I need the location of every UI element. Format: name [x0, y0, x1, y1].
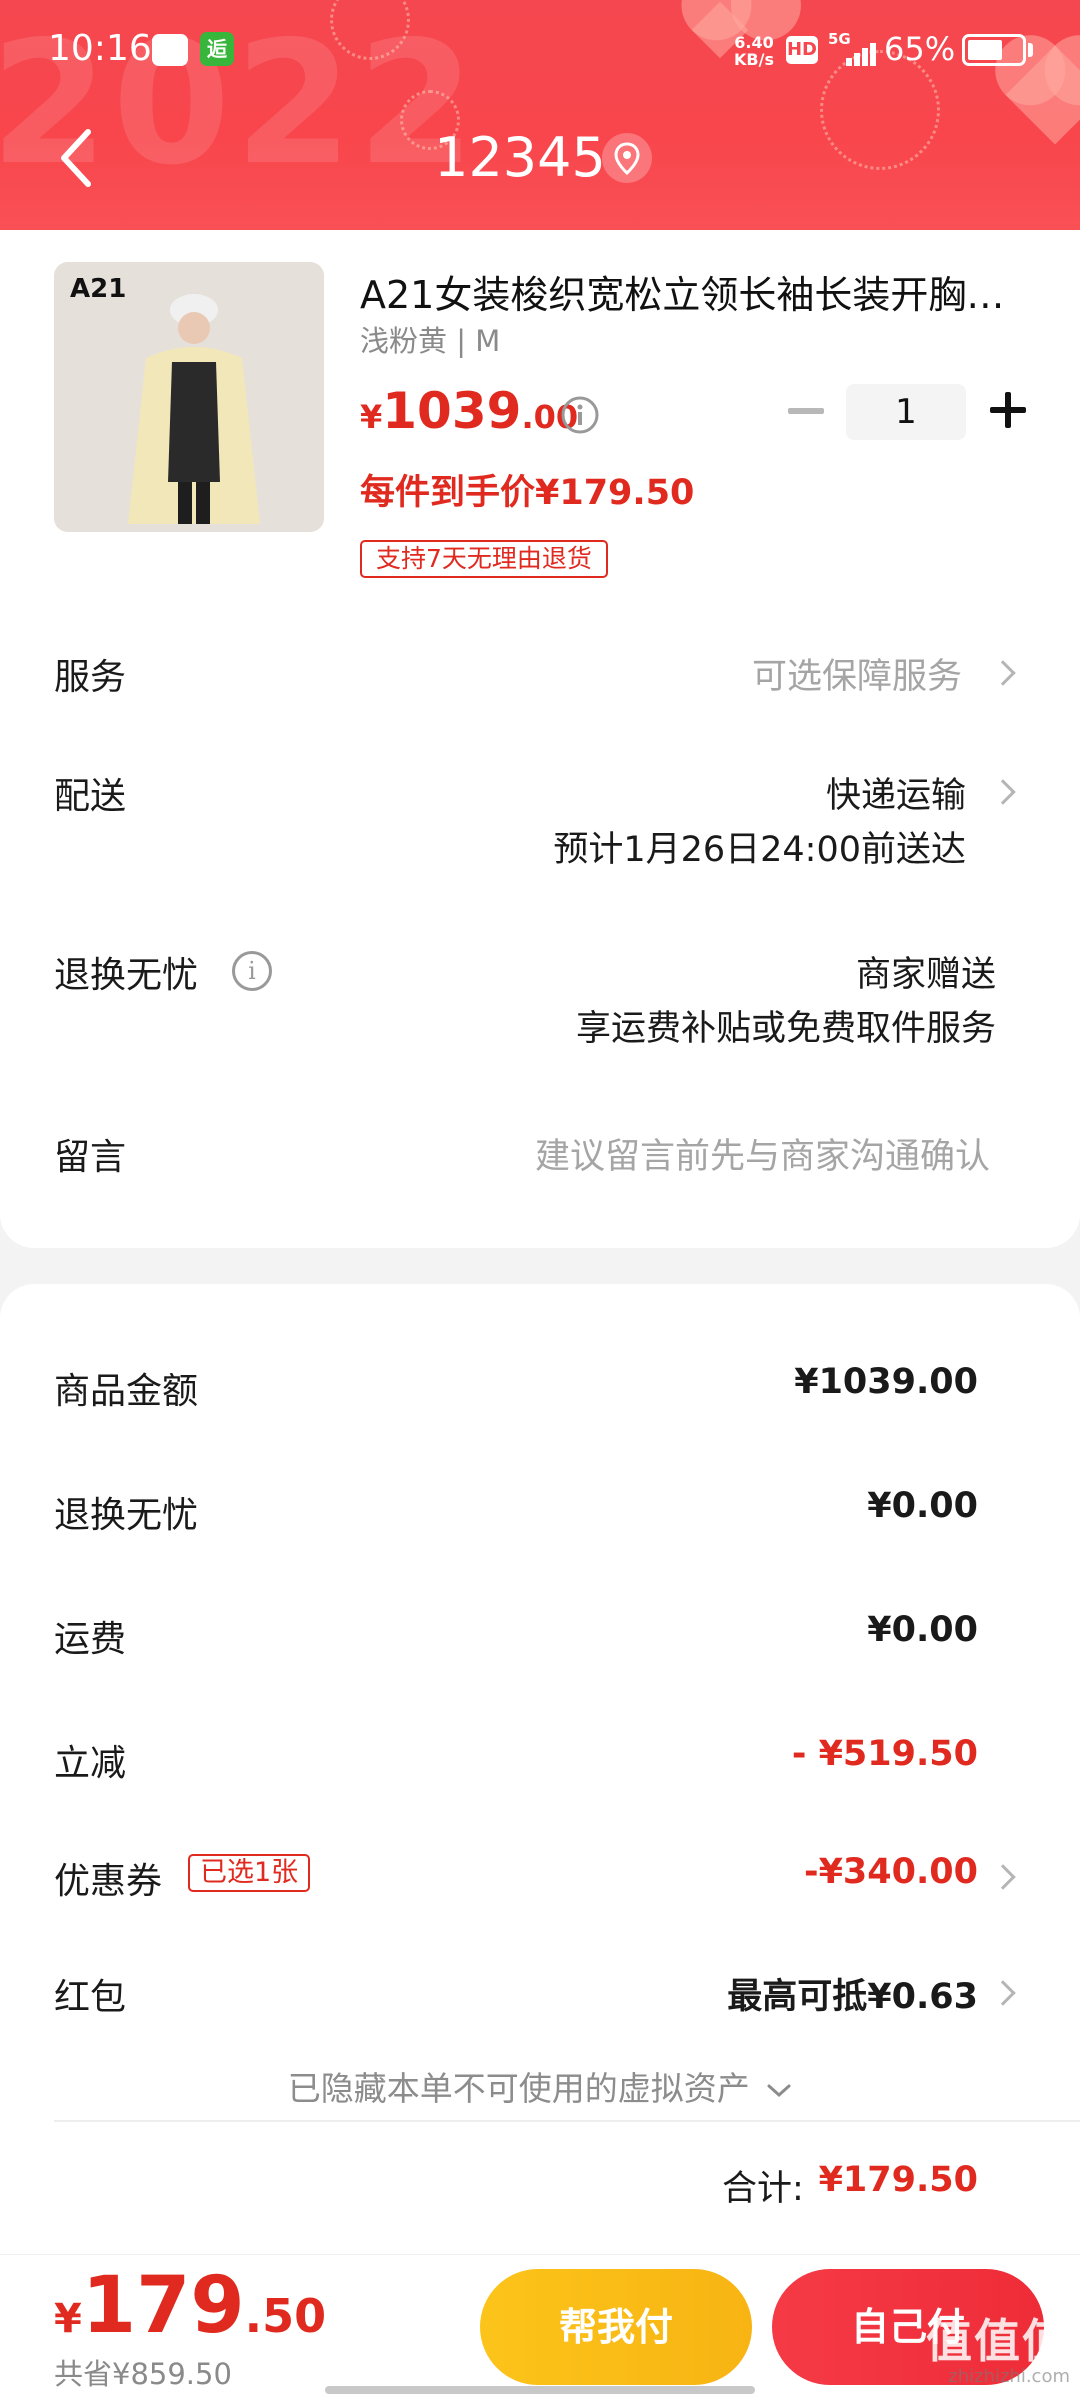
hidden-assets-toggle[interactable]: 已隐藏本单不可使用的虚拟资产	[0, 2062, 1080, 2110]
message-input[interactable]: 建议留言前先与商家沟通确认	[535, 1128, 990, 1179]
product-title[interactable]: A21女装梭织宽松立领长袖长装开胸…	[360, 264, 1020, 319]
price-info-icon[interactable]	[560, 395, 600, 435]
message-label: 留言	[54, 1137, 127, 1178]
divider	[54, 2120, 1080, 2122]
status-bar: 10:16 逅 6.40 KB/s HD 5G 65%	[0, 0, 1080, 100]
battery-tip	[1028, 43, 1033, 57]
price-summary-card: 商品金额 ¥1039.00 退换无忧 ¥0.00 运费 ¥0.00 立减 - ¥…	[0, 1284, 1080, 2254]
worry-free-subtitle: 享运费补贴或免费取件服务	[575, 1009, 996, 1049]
chevron-right-icon	[990, 779, 1016, 805]
delivery-label: 配送	[54, 776, 127, 817]
pay-price-symbol: ¥	[54, 2296, 82, 2342]
price-integer: 1039	[382, 382, 522, 440]
shipping-value: ¥0.00	[867, 1610, 978, 1650]
per-item-price: 每件到手价¥179.50	[360, 473, 695, 513]
battery-icon	[962, 34, 1026, 66]
chevron-right-icon	[990, 1980, 1016, 2006]
coupon-value[interactable]: -¥340.00	[804, 1852, 978, 1892]
total-value: ¥179.50	[818, 2160, 978, 2200]
home-indicator[interactable]	[325, 2386, 755, 2394]
status-time: 10:16	[48, 28, 152, 69]
delivery-method[interactable]: 快递运输	[826, 767, 966, 818]
hd-icon: HD	[786, 36, 818, 64]
worry-free-fee-label: 退换无忧	[54, 1495, 199, 1536]
battery-percent: 65%	[884, 30, 956, 68]
location-pin-icon	[614, 142, 640, 176]
worry-free-fee-value: ¥0.00	[867, 1486, 978, 1526]
payable-amount: ¥179.50	[54, 2261, 326, 2351]
battery-level	[968, 40, 1002, 60]
discount-label: 立减	[54, 1743, 127, 1784]
signal-icon: 5G	[828, 30, 878, 70]
service-label: 服务	[54, 657, 127, 698]
product-spec[interactable]: 浅粉黄 | M	[360, 318, 500, 360]
order-item-card: A21 A21女装梭织宽松立领长袖长装开胸… 浅粉黄 | M ¥1039.00 …	[0, 230, 1080, 1248]
chevron-right-icon	[990, 660, 1016, 686]
network-type: 5G	[828, 30, 851, 48]
network-speed: 6.40 KB/s	[734, 34, 774, 68]
quantity-input[interactable]: 1	[846, 384, 966, 440]
quantity-increase-button[interactable]	[990, 392, 1026, 428]
saved-amount: 共省¥859.50	[54, 2357, 232, 2391]
red-packet-label[interactable]: 红包	[54, 1968, 126, 2020]
red-packet-value[interactable]: 最高可抵¥0.63	[727, 1968, 978, 2019]
network-speed-value: 6.40	[734, 33, 774, 52]
location-button[interactable]	[602, 133, 652, 183]
app-notification-icon: 逅	[200, 32, 234, 66]
product-brand-mark: A21	[70, 274, 127, 304]
price-symbol: ¥	[360, 398, 383, 436]
product-image[interactable]: A21	[54, 262, 324, 532]
worry-free-info-icon[interactable]: i	[232, 951, 272, 991]
shipping-label: 运费	[54, 1619, 127, 1660]
hidden-assets-text: 已隐藏本单不可使用的虚拟资产	[287, 2069, 750, 2108]
watermark-logo: 值值值	[926, 2314, 1070, 2368]
worry-free-value: 商家赠送	[855, 955, 996, 995]
product-price: ¥1039.00	[360, 382, 578, 440]
goods-amount-value: ¥1039.00	[794, 1362, 978, 1402]
delivery-eta: 预计1月26日24:00前送达	[553, 830, 966, 870]
checkout-bar: ¥179.50 共省¥859.50 帮我付 自己付	[0, 2254, 1080, 2400]
pay-price-decimal: .50	[244, 2289, 327, 2343]
goods-amount-label: 商品金额	[54, 1371, 199, 1412]
chevron-down-icon	[767, 2084, 791, 2097]
service-option[interactable]: 可选保障服务	[752, 648, 962, 699]
coupon-label[interactable]: 优惠券	[54, 1852, 162, 1904]
network-speed-unit: KB/s	[734, 50, 774, 69]
coupon-selected-badge: 已选1张	[188, 1854, 311, 1892]
watermark-site: zhizhizhi.com	[948, 2366, 1070, 2387]
page-title[interactable]: 12345	[0, 126, 1080, 189]
header-banner: 2022 10:16 逅 6.40 KB/s HD 5G 65% 12345	[0, 0, 1080, 230]
message-app-icon	[152, 34, 188, 66]
site-watermark: 值值值 zhizhizhi.com	[920, 2316, 1070, 2396]
help-me-pay-button[interactable]: 帮我付	[480, 2269, 752, 2385]
chevron-right-icon	[990, 1864, 1016, 1890]
pay-price-integer: 179	[81, 2261, 245, 2351]
total-label: 合计:	[722, 2169, 804, 2209]
discount-value: - ¥519.50	[791, 1734, 978, 1774]
worry-free-label: 退换无忧	[54, 955, 199, 996]
return-policy-tag: 支持7天无理由退货	[360, 540, 608, 578]
quantity-decrease-button[interactable]	[788, 408, 824, 414]
